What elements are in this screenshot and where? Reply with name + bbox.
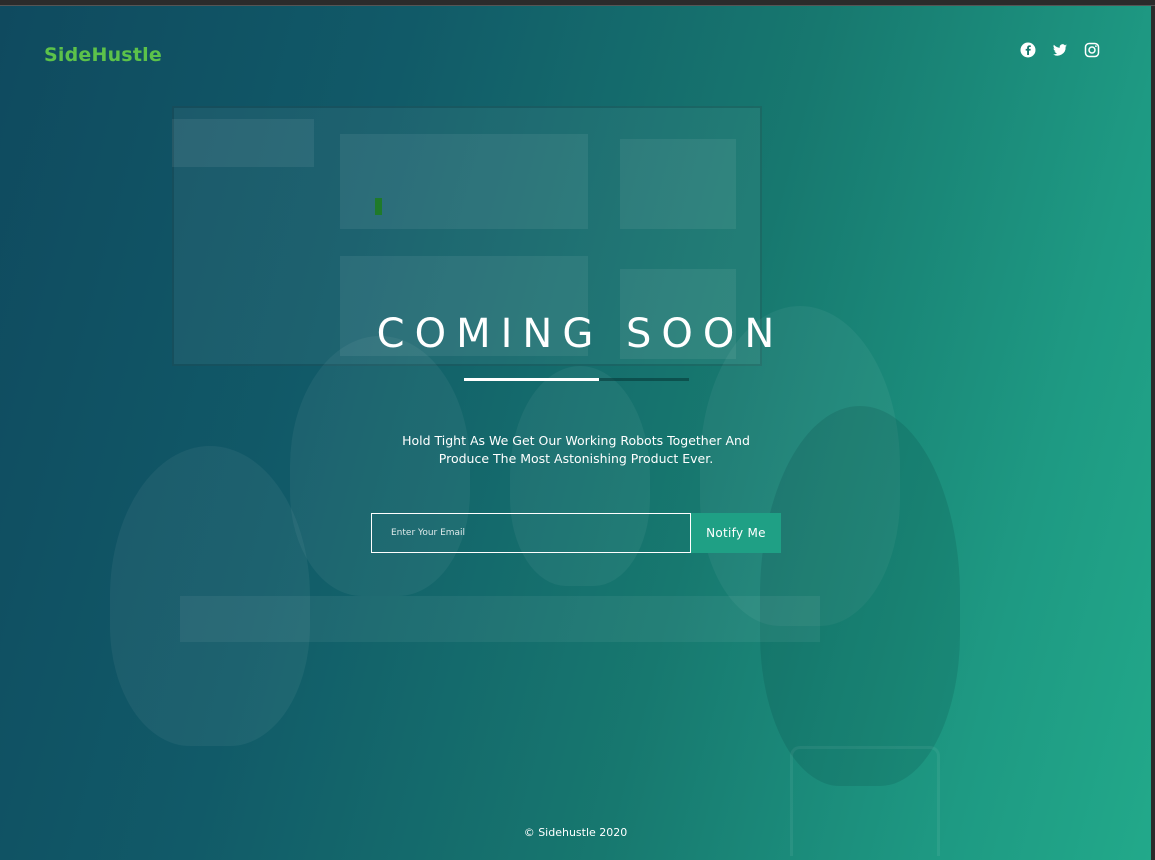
progress-divider-fill [464, 378, 599, 381]
background-table [180, 596, 820, 642]
subtitle: Hold Tight As We Get Our Working Robots … [370, 432, 782, 468]
background-chair [790, 746, 940, 856]
email-input[interactable] [371, 513, 691, 553]
window-right-edge [1151, 6, 1155, 860]
page-title: COMING SOON [376, 310, 785, 357]
progress-divider [464, 378, 689, 381]
social-links [1020, 42, 1100, 58]
green-marker [375, 198, 382, 215]
facebook-icon[interactable] [1020, 42, 1036, 58]
subtitle-line-1: Hold Tight As We Get Our Working Robots … [402, 433, 750, 448]
notify-me-button[interactable]: Notify Me [691, 513, 781, 553]
subtitle-line-2: Produce The Most Astonishing Product Eve… [438, 451, 714, 466]
twitter-icon[interactable] [1052, 42, 1068, 58]
brand-logo[interactable]: SideHustle [44, 44, 162, 66]
coming-soon-page: SideHustle COMING SOON Hold Tight As We … [0, 6, 1151, 860]
browser-frame: SideHustle COMING SOON Hold Tight As We … [0, 0, 1155, 860]
instagram-icon[interactable] [1084, 42, 1100, 58]
footer-copyright: © Sidehustle 2020 [523, 826, 628, 839]
